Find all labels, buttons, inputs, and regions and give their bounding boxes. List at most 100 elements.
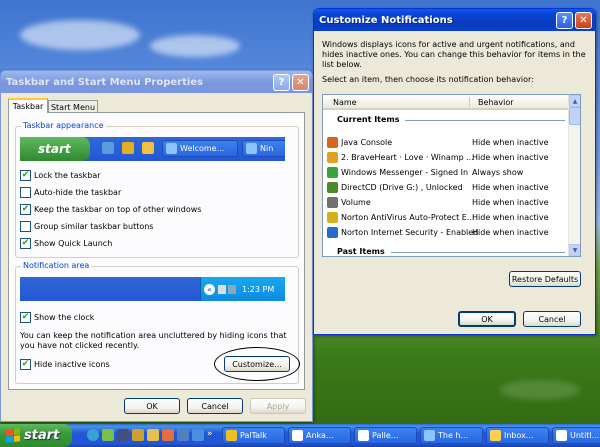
volume-icon xyxy=(327,196,338,208)
checkbox-lock-taskbar[interactable]: ✔ xyxy=(20,170,31,181)
document-icon xyxy=(358,430,369,441)
window-icon xyxy=(292,430,303,441)
task-untitled[interactable]: Untitl... xyxy=(552,427,600,444)
messenger-icon xyxy=(327,166,338,178)
media-icon[interactable] xyxy=(177,429,189,441)
tab-label: Taskbar xyxy=(12,102,44,111)
notif-instruction: Select an item, then choose its notifica… xyxy=(322,75,534,84)
list-item-norton-security[interactable]: Norton Internet Security - Enabled Hide … xyxy=(327,225,565,239)
winamp-icon xyxy=(327,151,338,163)
ie-icon xyxy=(424,430,435,441)
network-icon[interactable] xyxy=(102,429,114,441)
task-inbox[interactable]: Inbox... xyxy=(486,427,549,444)
scroll-up-arrow-icon[interactable]: ▲ xyxy=(569,95,580,107)
column-divider xyxy=(469,97,470,107)
folder-icon[interactable] xyxy=(147,429,159,441)
ie-icon[interactable] xyxy=(192,429,204,441)
scroll-down-arrow-icon[interactable]: ▼ xyxy=(569,244,580,256)
taskbar-properties-dialog: Taskbar and Start Menu Properties ? ✕ Ta… xyxy=(0,70,313,422)
list-item-norton-antivirus[interactable]: Norton AntiVirus Auto-Protect E... Hide … xyxy=(327,210,565,224)
preview-start-button: start xyxy=(20,137,90,161)
notification-list[interactable]: Name Behavior Current Items Java Console… xyxy=(322,94,581,257)
option-quick-launch[interactable]: ✔ Show Quick Launch xyxy=(20,238,112,249)
windows-flag-icon xyxy=(6,428,20,443)
ie-icon xyxy=(166,143,177,154)
notification-area-group: Notification area « 1:23 PM ✔ Show the c… xyxy=(15,261,300,384)
option-keep-on-top[interactable]: ✔ Keep the taskbar on top of other windo… xyxy=(20,204,201,215)
task-anka[interactable]: Anka... xyxy=(288,427,351,444)
preview-clock: 1:23 PM xyxy=(242,284,275,294)
tray-icon xyxy=(228,284,236,294)
globe-icon[interactable] xyxy=(87,429,99,441)
chevron-left-icon: « xyxy=(204,283,215,295)
list-header: Name Behavior xyxy=(323,95,569,110)
tab-label: Start Menu xyxy=(50,102,96,112)
column-behavior[interactable]: Behavior xyxy=(478,98,514,107)
start-button[interactable]: start xyxy=(0,424,72,447)
ie-icon xyxy=(246,143,257,154)
group-header-current: Current Items xyxy=(337,115,400,124)
title-bar: Customize Notifications ? ✕ xyxy=(314,9,595,31)
dialog-title: Taskbar and Start Menu Properties xyxy=(6,76,204,88)
checkbox-keep-on-top[interactable]: ✔ xyxy=(20,204,31,215)
preview-task-nin: Nin xyxy=(242,140,285,157)
ok-button[interactable]: OK xyxy=(124,398,180,414)
help-button[interactable]: ? xyxy=(273,73,290,91)
document-icon xyxy=(556,430,567,441)
list-item-winamp[interactable]: 2. BraveHeart · Love · Winamp ... Hide w… xyxy=(327,150,565,164)
option-auto-hide[interactable]: Auto-hide the taskbar xyxy=(20,187,121,198)
group-label: Notification area xyxy=(21,261,92,270)
tools-icon[interactable] xyxy=(132,429,144,441)
vertical-scrollbar[interactable]: ▲ ▼ xyxy=(568,95,580,256)
media-icon xyxy=(122,142,134,154)
close-button[interactable]: ✕ xyxy=(575,11,592,29)
cancel-button[interactable]: Cancel xyxy=(523,311,581,327)
java-icon xyxy=(327,136,338,148)
preview-tray: « 1:23 PM xyxy=(200,277,285,301)
checkbox-hide-inactive[interactable]: ✔ xyxy=(20,359,31,370)
scroll-thumb[interactable] xyxy=(569,107,580,125)
ok-button[interactable]: OK xyxy=(458,311,516,327)
checkbox-show-clock[interactable]: ✔ xyxy=(20,312,31,323)
customize-notifications-dialog: Customize Notifications ? ✕ Windows disp… xyxy=(313,8,596,335)
list-item-messenger[interactable]: Windows Messenger - Signed In Always sho… xyxy=(327,165,565,179)
option-lock-taskbar[interactable]: ✔ Lock the taskbar xyxy=(20,170,101,181)
tab-panel: Taskbar appearance start Welcome... Nin xyxy=(8,112,305,390)
norton-antivirus-icon xyxy=(327,211,338,223)
list-item-directcd[interactable]: DirectCD (Drive G:) , Unlocked Hide when… xyxy=(327,180,565,194)
customize-button[interactable]: Customize... xyxy=(224,356,290,372)
option-hide-inactive[interactable]: ✔ Hide inactive icons xyxy=(20,359,110,370)
dialog-title: Customize Notifications xyxy=(319,14,453,26)
help-button[interactable]: ? xyxy=(556,11,573,29)
taskbar-appearance-group: Taskbar appearance start Welcome... Nin xyxy=(15,121,299,258)
save-icon[interactable] xyxy=(117,429,129,441)
chevron-right-icon[interactable]: » xyxy=(207,429,213,439)
group-line xyxy=(391,252,565,253)
list-item-volume[interactable]: Volume Hide when inactive xyxy=(327,195,565,209)
restore-defaults-button[interactable]: Restore Defaults xyxy=(509,271,581,287)
desktop-icon xyxy=(142,142,154,154)
close-button[interactable]: ✕ xyxy=(292,73,309,91)
cancel-button[interactable]: Cancel xyxy=(187,398,243,414)
task-palle[interactable]: Palle... xyxy=(354,427,417,444)
preview-task-welcome: Welcome... xyxy=(162,140,238,157)
windows-taskbar: start » PalTalk Anka... Palle... The h..… xyxy=(0,424,600,447)
task-paltalk[interactable]: PalTalk xyxy=(222,427,285,444)
list-item-java[interactable]: Java Console Hide when inactive xyxy=(327,135,565,149)
option-show-clock[interactable]: ✔ Show the clock xyxy=(20,312,94,323)
title-bar: Taskbar and Start Menu Properties ? ✕ xyxy=(1,71,312,93)
checkbox-quick-launch[interactable]: ✔ xyxy=(20,238,31,249)
checkbox-group-buttons[interactable] xyxy=(20,221,31,232)
network-icon xyxy=(218,284,226,294)
paint-icon[interactable] xyxy=(162,429,174,441)
paltalk-icon xyxy=(226,430,237,441)
tab-taskbar[interactable]: Taskbar xyxy=(8,98,48,113)
task-the-h[interactable]: The h... xyxy=(420,427,483,444)
column-name[interactable]: Name xyxy=(333,98,357,107)
norton-security-icon xyxy=(327,226,338,238)
group-header-past: Past Items xyxy=(337,247,385,256)
group-label: Taskbar appearance xyxy=(21,121,106,130)
apply-button[interactable]: Apply xyxy=(250,398,306,414)
checkbox-auto-hide[interactable] xyxy=(20,187,31,198)
option-group-buttons[interactable]: Group similar taskbar buttons xyxy=(20,221,153,232)
